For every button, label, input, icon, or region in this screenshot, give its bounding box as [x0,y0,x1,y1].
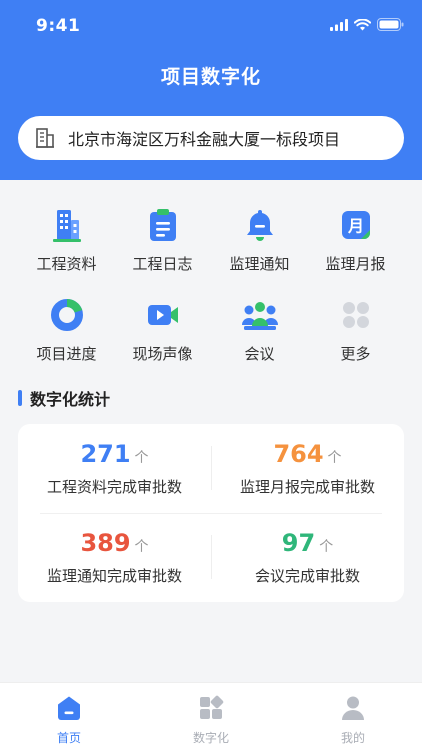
menu-item-label: 会议 [244,345,275,363]
status-bar: 9:41 [0,0,422,54]
people-icon [241,302,278,330]
stat-unit: 个 [134,450,149,466]
calendar-glyph: 月 [346,217,363,236]
stat-unit: 个 [327,450,342,466]
stat-label: 监理月报完成审批数 [239,478,375,496]
battery-icon [377,18,404,31]
menu-item-label: 监理月报 [325,255,386,273]
menu-item-supervision-notice[interactable]: 监理通知 [207,205,312,285]
divider [211,446,212,490]
more-grid-icon [342,302,369,328]
stat-unit: 个 [134,539,149,555]
calendar-icon: 月 [341,211,370,239]
user-icon [342,696,364,720]
tab-digitization[interactable]: 数字化 [171,695,251,746]
menu-item-project-progress[interactable]: 项目进度 [14,295,119,375]
section-accent-bar [18,390,22,406]
building-icon [52,210,81,242]
stat-supervision-notice[interactable]: 389 个 监理通知完成审批数 [18,513,211,602]
stat-label: 会议完成审批数 [254,567,360,585]
tab-label: 我的 [340,731,365,745]
page-title: 项目数字化 [160,66,261,88]
stat-engineering-docs[interactable]: 271 个 工程资料完成审批数 [18,424,211,513]
menu-item-label: 监理通知 [229,255,290,273]
menu-item-label: 更多 [340,345,371,363]
tab-label: 首页 [56,731,81,745]
stats-card: 271 个 工程资料完成审批数 764 个 监理月报完成审批数 389 个 监理… [18,424,404,602]
menu-item-meeting[interactable]: 会议 [207,295,312,375]
divider [40,513,382,514]
menu-item-label: 工程资料 [36,255,97,273]
status-icons [330,18,404,31]
signal-icon [330,18,348,31]
tab-label: 数字化 [192,731,229,745]
section-title-text: 数字化统计 [30,390,111,409]
wifi-icon [354,18,371,30]
progress-ring-icon [50,299,83,331]
building-icon [36,128,54,148]
menu-item-more[interactable]: 更多 [303,295,408,375]
project-name: 北京市海淀区万科金融大厦一标段项目 [68,130,341,149]
tab-bar: 首页 数字化 我的 [0,682,422,750]
menu-item-engineering-docs[interactable]: 工程资料 [14,205,119,285]
stat-label: 监理通知完成审批数 [46,567,182,585]
stat-value: 97 [281,529,316,557]
stat-monthly-report[interactable]: 764 个 监理月报完成审批数 [211,424,404,513]
stat-value: 764 [273,440,324,468]
status-time: 9:41 [36,16,81,36]
tab-mine[interactable]: 我的 [313,695,393,746]
bell-icon [246,210,273,241]
grid-icon [200,695,224,719]
video-camera-icon [147,305,178,325]
menu-item-label: 现场声像 [132,345,193,363]
clipboard-icon [149,209,176,241]
divider [211,535,212,579]
menu-item-label: 工程日志 [132,255,193,273]
stat-unit: 个 [319,539,334,555]
menu-item-monthly-report[interactable]: 月 监理月报 [303,205,408,285]
stat-label: 工程资料完成审批数 [46,478,182,496]
stat-value: 389 [80,529,131,557]
menu-item-label: 项目进度 [36,345,97,363]
home-icon [58,696,80,720]
stat-meeting[interactable]: 97 个 会议完成审批数 [211,513,404,602]
tab-home[interactable]: 首页 [29,695,109,746]
project-selector[interactable]: 北京市海淀区万科金融大厦一标段项目 [18,116,404,160]
menu-item-site-media[interactable]: 现场声像 [110,295,215,375]
stat-value: 271 [80,440,131,468]
menu-item-engineering-log[interactable]: 工程日志 [110,205,215,285]
section-title: 数字化统计 [18,386,110,410]
